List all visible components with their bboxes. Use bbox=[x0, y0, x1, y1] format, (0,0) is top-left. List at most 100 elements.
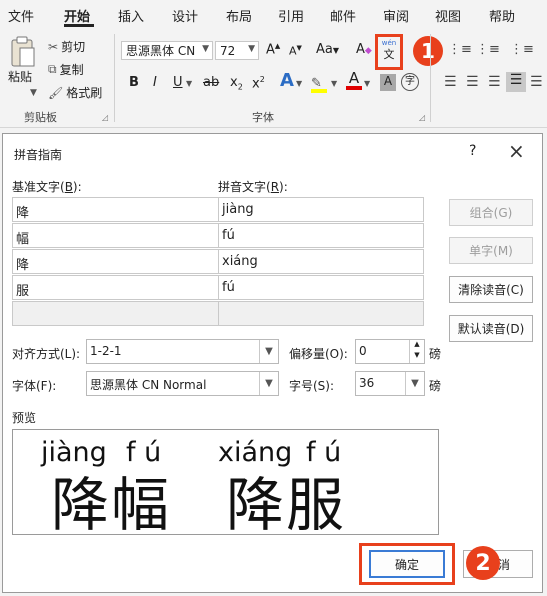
subscript-label: x bbox=[230, 75, 238, 90]
offset-stepper[interactable]: 0 ▲ ▼ bbox=[355, 339, 425, 364]
distributed-icon[interactable]: ☰ bbox=[530, 74, 543, 90]
ruby-text-label-suffix: ): bbox=[279, 180, 288, 194]
tab-review[interactable]: 审阅 bbox=[383, 6, 409, 25]
base-text-cell[interactable]: 降 bbox=[12, 197, 219, 222]
group-divider bbox=[430, 34, 431, 122]
font-color-button[interactable]: A bbox=[346, 70, 362, 92]
font-value: 思源黑体 CN Normal bbox=[90, 378, 207, 392]
copy-button[interactable]: ⧉ 复制 bbox=[48, 61, 84, 78]
effects-dropdown-icon[interactable]: ▼ bbox=[296, 79, 302, 88]
format-painter-button[interactable]: 🖌 格式刷 bbox=[48, 84, 102, 101]
phonetic-guide-top: wén bbox=[381, 39, 397, 47]
font-name-combo[interactable]: 思源黑体 CN ▼ bbox=[121, 41, 213, 60]
tab-help[interactable]: 帮助 bbox=[489, 6, 515, 25]
paste-button[interactable]: 粘贴 bbox=[8, 68, 32, 85]
alignment-select[interactable]: 1-2-1 ▼ bbox=[86, 339, 279, 364]
tab-references[interactable]: 引用 bbox=[278, 6, 304, 25]
font-launcher-icon[interactable]: ◿ bbox=[419, 113, 425, 122]
spin-up-icon[interactable]: ▲ bbox=[409, 340, 424, 351]
shrink-font-label: A bbox=[289, 44, 297, 58]
underline-button[interactable]: U bbox=[173, 75, 183, 90]
alignment-label: 对齐方式(L): bbox=[12, 347, 81, 361]
tab-design[interactable]: 设计 bbox=[172, 6, 198, 25]
font-size-combo[interactable]: 72 ▼ bbox=[215, 41, 259, 60]
help-button[interactable]: ? bbox=[469, 143, 476, 159]
size-unit: 磅 bbox=[429, 379, 442, 393]
bold-button[interactable]: B bbox=[129, 75, 139, 90]
paste-dropdown-arrow[interactable]: ▼ bbox=[30, 88, 37, 98]
tab-mailings[interactable]: 邮件 bbox=[330, 6, 356, 25]
chevron-down-icon: ▼ bbox=[259, 340, 278, 363]
base-text-cell[interactable]: 服 bbox=[12, 275, 219, 300]
shrink-font-button[interactable]: A▼ bbox=[289, 44, 302, 58]
italic-button[interactable]: I bbox=[153, 75, 157, 90]
clipboard-launcher-icon[interactable]: ◿ bbox=[102, 113, 108, 122]
highlight-button[interactable]: ✎ bbox=[311, 72, 329, 93]
chevron-down-icon: ▼ bbox=[248, 44, 255, 54]
font-label: 字体(F): bbox=[12, 379, 57, 393]
base-text-label-prefix: 基准文字( bbox=[12, 180, 65, 194]
mono-ruby-button[interactable]: 单字(M) bbox=[449, 237, 533, 264]
brush-icon: 🖌 bbox=[48, 85, 64, 100]
group-divider bbox=[114, 34, 115, 122]
clear-formatting-button[interactable]: A◆ bbox=[356, 42, 372, 57]
close-button[interactable]: × bbox=[508, 139, 525, 163]
spin-down-icon[interactable]: ▼ bbox=[409, 351, 424, 363]
font-color-label: A bbox=[348, 69, 360, 87]
group-button[interactable]: 组合(G) bbox=[449, 199, 533, 226]
copy-icon: ⧉ bbox=[48, 62, 57, 76]
ruby-text-cell[interactable]: fú bbox=[218, 223, 424, 248]
change-case-label: Aa bbox=[316, 42, 333, 57]
ruby-text-label-key: R bbox=[270, 180, 280, 194]
subscript-button[interactable]: x2 bbox=[230, 75, 243, 92]
tab-home[interactable]: 开始 bbox=[64, 6, 90, 25]
ruby-text-cell[interactable]: jiàng bbox=[218, 197, 424, 222]
change-case-button[interactable]: Aa▼ bbox=[316, 42, 339, 57]
clear-formatting-label: A bbox=[356, 42, 365, 57]
tab-file[interactable]: 文件 bbox=[8, 6, 34, 25]
clipboard-group-label: 剪贴板 bbox=[24, 111, 57, 124]
ruby-text-cell[interactable]: fú bbox=[218, 275, 424, 300]
tab-layout[interactable]: 布局 bbox=[226, 6, 252, 25]
char-shading-button[interactable]: A bbox=[380, 74, 396, 91]
chevron-down-icon: ▼ bbox=[202, 44, 209, 54]
align-left-icon[interactable]: ☰ bbox=[444, 74, 457, 90]
grow-font-button[interactable]: A▲ bbox=[266, 42, 280, 57]
base-text-cell[interactable]: 降 bbox=[12, 249, 219, 274]
default-ruby-button[interactable]: 默认读音(D) bbox=[449, 315, 533, 342]
format-painter-label: 格式刷 bbox=[66, 86, 103, 100]
copy-label: 复制 bbox=[59, 63, 84, 77]
enclose-characters-button[interactable]: 字 bbox=[401, 73, 419, 91]
cut-button[interactable]: ✂ 剪切 bbox=[48, 38, 85, 55]
justify-icon[interactable]: ☰ bbox=[506, 72, 526, 92]
multilevel-list-icon[interactable]: ⋮≡ bbox=[510, 42, 534, 57]
tab-view[interactable]: 视图 bbox=[435, 6, 461, 25]
chevron-down-icon: ▼ bbox=[405, 372, 424, 395]
dialog-title: 拼音指南 bbox=[14, 148, 63, 162]
align-center-icon[interactable]: ☰ bbox=[466, 74, 479, 90]
highlight-dropdown-icon[interactable]: ▼ bbox=[331, 79, 337, 88]
font-color-dropdown-icon[interactable]: ▼ bbox=[364, 79, 370, 88]
bullets-icon[interactable]: ⋮≡ bbox=[448, 42, 472, 57]
text-effects-button[interactable]: A bbox=[280, 70, 294, 91]
align-right-icon[interactable]: ☰ bbox=[488, 74, 501, 90]
ok-button-highlight bbox=[359, 543, 455, 585]
tab-insert[interactable]: 插入 bbox=[118, 6, 144, 25]
alignment-value: 1-2-1 bbox=[90, 344, 122, 358]
step-badge-2: 2 bbox=[466, 546, 500, 580]
clear-ruby-button[interactable]: 清除读音(C) bbox=[449, 276, 533, 303]
phonetic-guide-button[interactable]: wén 文 bbox=[378, 38, 400, 68]
ribbon: 文件 开始 插入 设计 布局 引用 邮件 审阅 视图 帮助 粘贴 ▼ ✂ 剪切 … bbox=[0, 0, 547, 128]
size-select[interactable]: 36 ▼ bbox=[355, 371, 425, 396]
marker-icon: ✎ bbox=[311, 76, 322, 91]
base-text-label: 基准文字(B): bbox=[12, 178, 82, 195]
strikethrough-button[interactable]: ab bbox=[203, 75, 219, 90]
ruby-text-label-prefix: 拼音文字( bbox=[218, 180, 271, 194]
font-select[interactable]: 思源黑体 CN Normal ▼ bbox=[86, 371, 279, 396]
numbering-icon[interactable]: ⋮≡ bbox=[476, 42, 500, 57]
ruby-text-cell[interactable]: xiáng bbox=[218, 249, 424, 274]
active-tab-indicator bbox=[64, 24, 94, 27]
superscript-button[interactable]: x2 bbox=[252, 75, 265, 91]
base-text-cell[interactable]: 幅 bbox=[12, 223, 219, 248]
underline-dropdown-icon[interactable]: ▼ bbox=[186, 79, 192, 88]
